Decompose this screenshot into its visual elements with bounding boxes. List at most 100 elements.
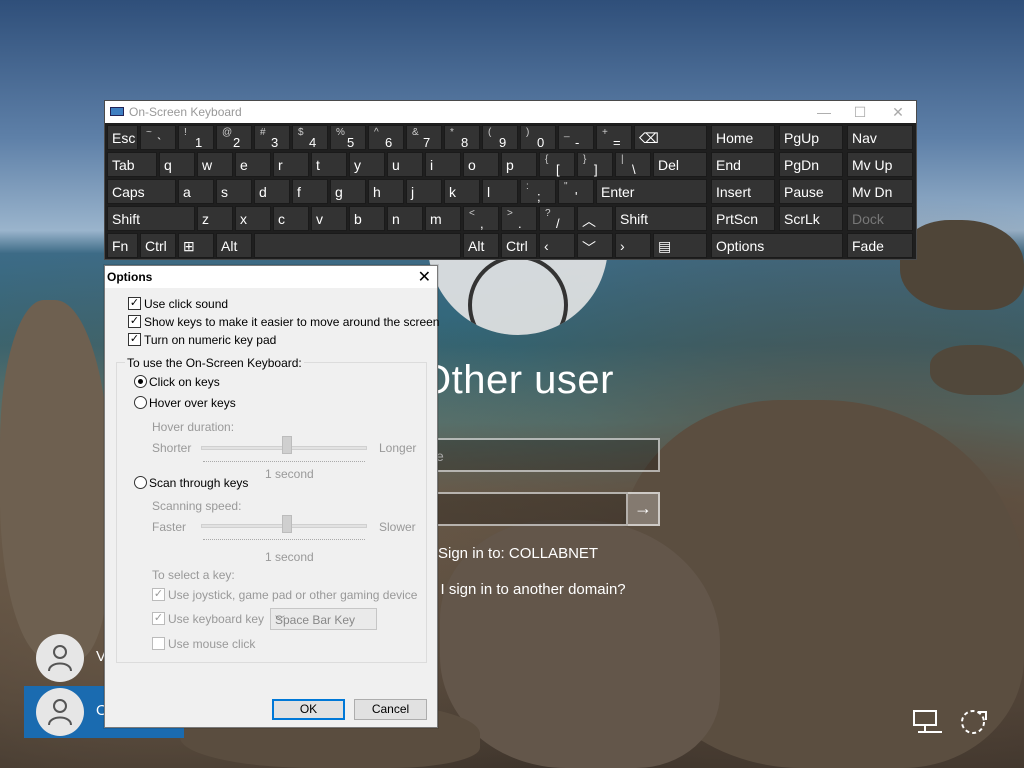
network-icon[interactable] — [912, 708, 944, 736]
key[interactable]: Tab — [107, 152, 157, 177]
key[interactable]: <, — [463, 206, 499, 231]
key[interactable]: | \ — [615, 152, 651, 177]
key[interactable]: Alt — [216, 233, 252, 258]
key[interactable]: @2 — [216, 125, 252, 150]
key[interactable]: ^ 6 — [368, 125, 404, 150]
submit-button[interactable]: → — [628, 492, 660, 526]
key[interactable]: f — [292, 179, 328, 204]
nav-key[interactable]: Fade — [847, 233, 913, 258]
close-button[interactable]: ✕ — [418, 267, 431, 287]
key[interactable]: (9 — [482, 125, 518, 150]
password-field[interactable] — [420, 492, 628, 526]
another-domain-link[interactable]: o I sign in to another domain? — [428, 581, 626, 598]
dialog-title-bar[interactable]: Options ✕ — [105, 266, 437, 288]
key[interactable]: b — [349, 206, 385, 231]
key[interactable]: e — [235, 152, 271, 177]
nav-key[interactable]: Dock — [847, 206, 913, 231]
ease-of-access-icon[interactable] — [958, 708, 990, 736]
key[interactable]: r — [273, 152, 309, 177]
close-button[interactable]: ✕ — [883, 102, 913, 122]
nav-key[interactable]: Nav — [847, 125, 913, 150]
key[interactable]: Ctrl — [140, 233, 176, 258]
nav-key[interactable]: ScrLk — [779, 206, 843, 231]
key[interactable]: d — [254, 179, 290, 204]
key[interactable]: ~ ` — [140, 125, 176, 150]
key[interactable]: {[ — [539, 152, 575, 177]
key[interactable]: ⊞ — [178, 233, 214, 258]
key[interactable]: Enter — [596, 179, 707, 204]
key[interactable]: Del — [653, 152, 707, 177]
key[interactable]: * 8 — [444, 125, 480, 150]
key[interactable]: Alt — [463, 233, 499, 258]
key[interactable]: $4 — [292, 125, 328, 150]
nav-key[interactable]: PgDn — [779, 152, 843, 177]
numeric-pad-checkbox[interactable]: ✓ — [128, 333, 141, 346]
key[interactable]: ﹀ — [577, 233, 613, 258]
key[interactable]: ‹ — [539, 233, 575, 258]
key[interactable]: a — [178, 179, 214, 204]
click-on-keys-radio[interactable] — [134, 375, 147, 388]
keyboard-key-select[interactable]: Space Bar Key ﹀ — [270, 608, 377, 630]
key[interactable]: Shift — [107, 206, 195, 231]
key[interactable]: l — [482, 179, 518, 204]
key[interactable]: u — [387, 152, 423, 177]
key[interactable]: i — [425, 152, 461, 177]
username-field[interactable]: e — [420, 438, 660, 472]
scan-through-keys-radio[interactable] — [134, 476, 147, 489]
key[interactable]: h — [368, 179, 404, 204]
nav-key[interactable]: Home — [711, 125, 775, 150]
key[interactable]: x — [235, 206, 271, 231]
key[interactable]: & 7 — [406, 125, 442, 150]
click-sound-checkbox[interactable]: ✓ — [128, 297, 141, 310]
minimize-button[interactable]: — — [809, 102, 839, 122]
maximize-button[interactable]: ☐ — [845, 102, 875, 122]
key[interactable]: Ctrl — [501, 233, 537, 258]
key[interactable]: z — [197, 206, 233, 231]
key[interactable]: _ - — [558, 125, 594, 150]
key[interactable]: o — [463, 152, 499, 177]
slider-thumb[interactable] — [282, 436, 292, 454]
key[interactable]: ? / — [539, 206, 575, 231]
key[interactable]: w — [197, 152, 233, 177]
nav-key[interactable]: Insert — [711, 179, 775, 204]
key[interactable]: #3 — [254, 125, 290, 150]
slider-thumb[interactable] — [282, 515, 292, 533]
key[interactable]: >. — [501, 206, 537, 231]
ok-button[interactable]: OK — [272, 699, 345, 720]
key[interactable]: q — [159, 152, 195, 177]
key[interactable]: Fn — [107, 233, 138, 258]
key[interactable]: + = — [596, 125, 632, 150]
key[interactable]: ! 1 — [178, 125, 214, 150]
cancel-button[interactable]: Cancel — [354, 699, 427, 720]
nav-key[interactable]: Mv Dn — [847, 179, 913, 204]
nav-key[interactable]: Mv Up — [847, 152, 913, 177]
key[interactable]: s — [216, 179, 252, 204]
nav-key[interactable]: Pause — [779, 179, 843, 204]
key[interactable]: :; — [520, 179, 556, 204]
joystick-checkbox[interactable]: ✓ — [152, 588, 165, 601]
hover-over-keys-radio[interactable] — [134, 396, 147, 409]
key[interactable]: c — [273, 206, 309, 231]
key[interactable]: }] — [577, 152, 613, 177]
mouse-click-checkbox[interactable] — [152, 637, 165, 650]
key[interactable]: Shift — [615, 206, 707, 231]
nav-key[interactable]: End — [711, 152, 775, 177]
key[interactable]: v — [311, 206, 347, 231]
key[interactable]: ) 0 — [520, 125, 556, 150]
key[interactable]: Esc — [107, 125, 138, 150]
nav-key[interactable]: PgUp — [779, 125, 843, 150]
key[interactable]: j — [406, 179, 442, 204]
keyboard-key-checkbox[interactable]: ✓ — [152, 612, 165, 625]
show-keys-checkbox[interactable]: ✓ — [128, 315, 141, 328]
key[interactable]: t — [311, 152, 347, 177]
key[interactable]: g — [330, 179, 366, 204]
key[interactable]: n — [387, 206, 423, 231]
key[interactable]: " ' — [558, 179, 594, 204]
nav-key[interactable]: Options — [711, 233, 843, 258]
key[interactable]: ▤ — [653, 233, 707, 258]
key[interactable]: k — [444, 179, 480, 204]
key[interactable]: p — [501, 152, 537, 177]
key[interactable]: › — [615, 233, 651, 258]
key[interactable]: y — [349, 152, 385, 177]
key[interactable]: Caps — [107, 179, 176, 204]
